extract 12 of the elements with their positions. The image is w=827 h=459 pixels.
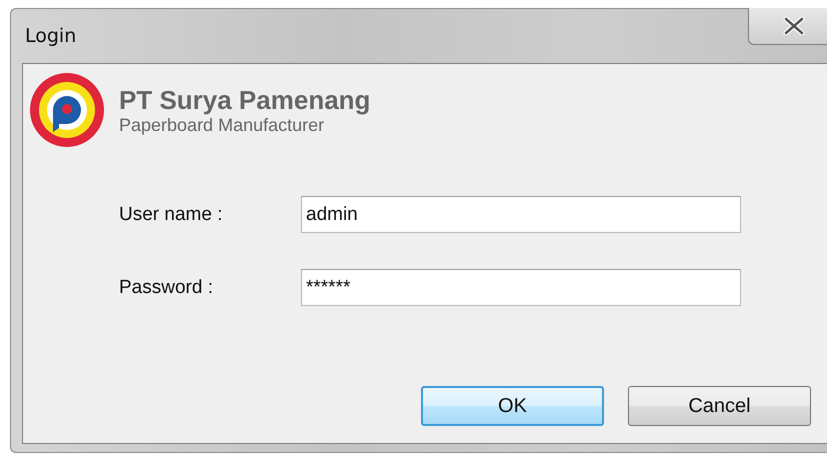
company-logo-icon: [29, 72, 105, 148]
input-field[interactable]: ******: [301, 269, 741, 306]
input-field[interactable]: admin: [301, 196, 741, 233]
field-label: Password :: [119, 276, 214, 298]
dialog-button[interactable]: OK: [421, 386, 604, 426]
field-label: User name :: [119, 204, 224, 226]
company-tagline: Paperboard Manufacturer: [119, 115, 326, 135]
close-button[interactable]: [748, 8, 827, 45]
company-name: PT Surya Pamenang: [119, 85, 370, 115]
dialog-button[interactable]: Cancel: [628, 386, 811, 426]
window-title: Login: [25, 25, 76, 47]
close-icon: [783, 17, 805, 35]
